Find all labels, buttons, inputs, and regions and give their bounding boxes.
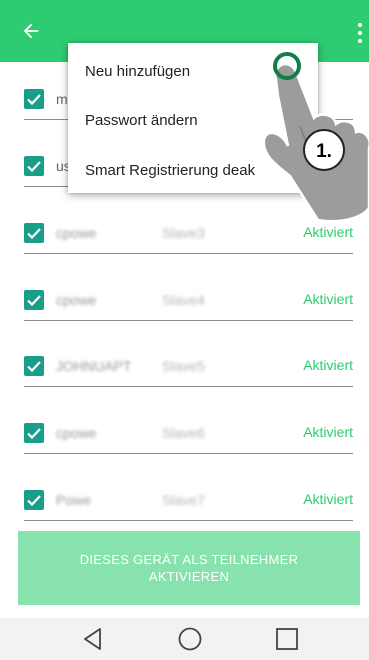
participant-name: cpowe	[56, 425, 97, 441]
list-item[interactable]: cpowe Slave6 Aktiviert	[0, 415, 369, 455]
triangle-back-icon[interactable]	[80, 626, 106, 652]
checkbox[interactable]	[24, 490, 44, 510]
more-vert-icon[interactable]	[357, 22, 363, 44]
row-divider	[24, 253, 353, 254]
menu-item-change-password[interactable]: Passwort ändern	[68, 95, 318, 145]
row-divider	[24, 520, 353, 521]
participant-name: cpowe	[56, 292, 97, 308]
checkbox[interactable]	[24, 356, 44, 376]
list-item[interactable]: Powe Slave7 Aktiviert	[0, 482, 369, 522]
square-recents-icon[interactable]	[274, 626, 300, 652]
status-label: Aktiviert	[303, 357, 353, 373]
menu-item-disable-smart-registration[interactable]: Smart Registrierung deak	[68, 145, 318, 193]
device-name: Slave6	[162, 425, 205, 441]
menu-item-add-new[interactable]: Neu hinzufügen	[68, 46, 318, 96]
device-name: Slave5	[162, 358, 205, 374]
participant-name: cpowe	[56, 225, 97, 241]
row-divider	[24, 320, 353, 321]
list-item[interactable]: cpowe Slave4 Aktiviert	[0, 282, 369, 322]
row-divider	[24, 386, 353, 387]
checkbox[interactable]	[24, 423, 44, 443]
participant-name: JOHNUAPT	[56, 358, 132, 374]
system-nav-bar	[0, 618, 369, 660]
overflow-menu: Neu hinzufügen Passwort ändern Smart Reg…	[68, 43, 318, 193]
status-label: Aktiviert	[303, 291, 353, 307]
status-label: Aktiviert	[303, 424, 353, 440]
status-label: Aktiviert	[303, 491, 353, 507]
list-item[interactable]: cpowe Slave3 Aktiviert	[0, 215, 369, 255]
checkbox[interactable]	[24, 89, 44, 109]
activate-device-button[interactable]: DIESES GERÄT ALS TEILNEHMER AKTIVIEREN	[18, 531, 360, 605]
participant-name: Powe	[56, 492, 92, 508]
participant-name: m	[56, 91, 68, 107]
circle-home-icon[interactable]	[177, 626, 203, 652]
arrow-left-icon[interactable]	[20, 20, 42, 42]
list-item[interactable]: JOHNUAPT Slave5 Aktiviert	[0, 348, 369, 388]
device-name: Slave7	[162, 492, 205, 508]
checkbox[interactable]	[24, 290, 44, 310]
device-name: Slave4	[162, 292, 205, 308]
device-name: Slave3	[162, 225, 205, 241]
status-label: Aktiviert	[303, 224, 353, 240]
checkbox[interactable]	[24, 223, 44, 243]
checkbox[interactable]	[24, 156, 44, 176]
row-divider	[24, 453, 353, 454]
